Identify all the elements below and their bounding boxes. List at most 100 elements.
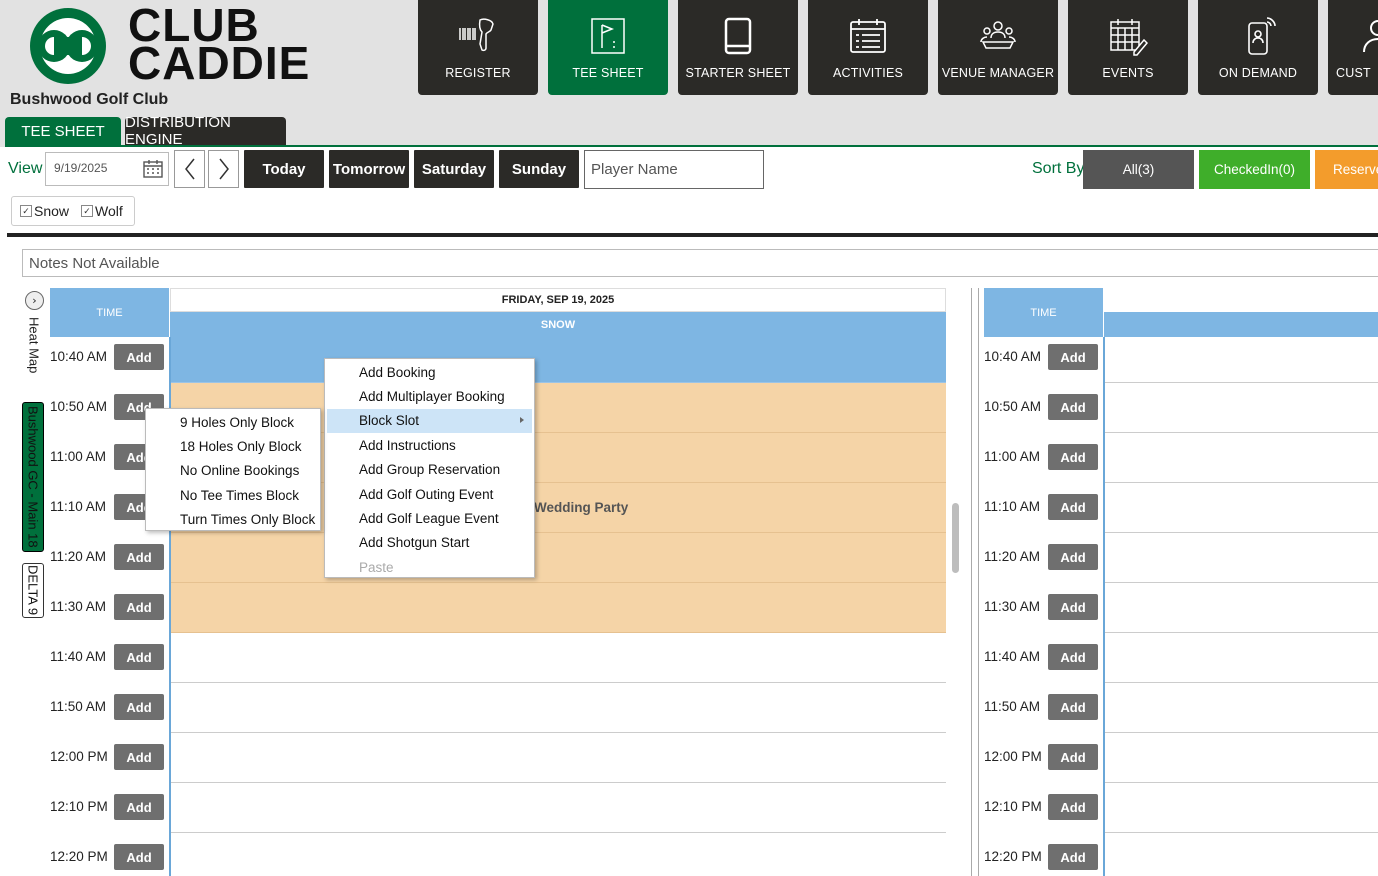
tee-slot[interactable] <box>1105 533 1378 583</box>
toolbar-divider <box>7 233 1378 237</box>
vertical-scrollbar[interactable] <box>952 503 959 573</box>
tee-time: 11:00 AM <box>984 449 1041 464</box>
submenu-item-no-tee-times-block[interactable]: No Tee Times Block <box>146 483 320 507</box>
add-booking-button[interactable]: Add <box>1048 494 1098 520</box>
add-booking-button[interactable]: Add <box>114 594 164 620</box>
nav-starter-sheet[interactable]: STARTER SHEET <box>678 0 798 95</box>
submenu-item-label: 9 Holes Only Block <box>180 414 295 430</box>
nav-customers[interactable]: CUST <box>1328 0 1378 95</box>
panel-splitter[interactable] <box>971 288 979 876</box>
tee-slot[interactable] <box>171 833 946 876</box>
nav-register[interactable]: REGISTER <box>418 0 538 95</box>
tee-time: 11:10 AM <box>50 499 107 514</box>
snow-checkbox[interactable]: ✓ <box>20 205 32 217</box>
tee-slot[interactable] <box>1105 783 1378 833</box>
menu-item-label: Add Shotgun Start <box>359 535 470 551</box>
date-picker[interactable] <box>45 152 169 186</box>
tee-time: 12:10 PM <box>984 799 1042 814</box>
menu-item-block-slot[interactable]: Block Slot <box>327 408 532 434</box>
tee-slot[interactable] <box>1105 583 1378 633</box>
heat-map-label[interactable]: Heat Map <box>25 314 43 376</box>
add-booking-button[interactable]: Add <box>114 644 164 670</box>
tablet-icon <box>724 17 752 55</box>
date-input[interactable] <box>54 161 134 175</box>
next-day-button[interactable] <box>208 150 239 188</box>
add-booking-button[interactable]: Add <box>114 344 164 370</box>
subtab-tee-sheet[interactable]: TEE SHEET <box>5 117 121 145</box>
tee-slot[interactable] <box>1105 683 1378 733</box>
add-booking-button[interactable]: Add <box>1048 844 1098 870</box>
submenu-item-9-holes-only-block[interactable]: 9 Holes Only Block <box>146 410 320 434</box>
tee-slot[interactable] <box>1105 483 1378 533</box>
nav-on-demand[interactable]: ON DEMAND <box>1198 0 1318 95</box>
nav-activities[interactable]: ACTIVITIES <box>808 0 928 95</box>
nav-customers-label: CUST <box>1336 66 1371 80</box>
add-booking-button[interactable]: Add <box>1048 744 1098 770</box>
menu-item-add-multiplayer-booking[interactable]: Add Multiplayer Booking <box>325 384 534 408</box>
add-booking-button[interactable]: Add <box>114 794 164 820</box>
submenu-item-no-online-bookings[interactable]: No Online Bookings <box>146 459 320 483</box>
time-header-left: TIME <box>50 288 169 337</box>
add-booking-button[interactable]: Add <box>114 694 164 720</box>
tee-time: 12:10 PM <box>50 799 108 814</box>
menu-item-add-golf-outing-event[interactable]: Add Golf Outing Event <box>325 482 534 506</box>
menu-item-add-instructions[interactable]: Add Instructions <box>325 433 534 457</box>
menu-item-add-golf-league-event[interactable]: Add Golf League Event <box>325 506 534 530</box>
course-filter-snow[interactable]: ✓ Snow <box>20 203 69 219</box>
submenu-item-18-holes-only-block[interactable]: 18 Holes Only Block <box>146 434 320 458</box>
tee-slot[interactable] <box>1105 383 1378 433</box>
course-filter-wolf[interactable]: ✓ Wolf <box>81 203 123 219</box>
tee-slot[interactable] <box>171 337 946 383</box>
add-booking-button[interactable]: Add <box>114 844 164 870</box>
tee-slot[interactable] <box>171 683 946 733</box>
tee-slot[interactable] <box>171 533 946 583</box>
today-button[interactable]: Today <box>244 150 324 188</box>
player-name-input[interactable] <box>584 150 764 189</box>
menu-item-add-shotgun-start[interactable]: Add Shotgun Start <box>325 531 534 555</box>
add-booking-button[interactable]: Add <box>1048 694 1098 720</box>
subtab-distribution-engine[interactable]: DISTRIBUTION ENGINE <box>125 114 286 148</box>
tee-slot[interactable] <box>171 633 946 683</box>
add-booking-button[interactable]: Add <box>1048 344 1098 370</box>
tomorrow-button[interactable]: Tomorrow <box>329 150 409 188</box>
menu-item-add-group-reservation[interactable]: Add Group Reservation <box>325 458 534 482</box>
submenu-item-turn-times-only-block[interactable]: Turn Times Only Block <box>146 508 320 532</box>
tee-slot[interactable] <box>1105 633 1378 683</box>
calendar-edit-icon <box>1110 19 1148 56</box>
add-booking-button[interactable]: Add <box>1048 394 1098 420</box>
wolf-checkbox[interactable]: ✓ <box>81 205 94 217</box>
sort-all-button[interactable]: All(3) <box>1083 150 1194 189</box>
tee-slot[interactable] <box>1105 733 1378 783</box>
tee-slot[interactable] <box>1105 433 1378 483</box>
heat-map-toggle[interactable]: › <box>25 291 44 310</box>
calendar-icon[interactable] <box>142 159 164 179</box>
notes-bar[interactable]: Notes Not Available <box>22 249 1378 277</box>
add-booking-button[interactable]: Add <box>1048 794 1098 820</box>
tee-slot[interactable] <box>1105 833 1378 876</box>
tee-slot[interactable] <box>171 733 946 783</box>
tee-slot[interactable] <box>1105 337 1378 383</box>
menu-item-add-booking[interactable]: Add Booking <box>325 360 534 384</box>
nav-tee-sheet[interactable]: TEE SHEET <box>548 0 668 95</box>
add-booking-button[interactable]: Add <box>1048 544 1098 570</box>
course-tab-main-18[interactable]: Bushwood GC - Main 18 <box>22 402 44 552</box>
saturday-button[interactable]: Saturday <box>414 150 494 188</box>
course-tab-delta-9[interactable]: DELTA 9 <box>22 563 44 618</box>
add-booking-button[interactable]: Add <box>114 544 164 570</box>
sort-reserved-button[interactable]: Reserve <box>1315 150 1378 189</box>
sunday-button[interactable]: Sunday <box>499 150 579 188</box>
prev-day-button[interactable] <box>174 150 205 188</box>
sort-checked-in-button[interactable]: CheckedIn(0) <box>1199 150 1310 189</box>
course-header-snow: SNOW <box>170 312 946 337</box>
app-header: CLUB CADDIE Bushwood Golf Club REGISTER … <box>0 0 1378 148</box>
add-booking-button[interactable]: Add <box>1048 594 1098 620</box>
person-icon <box>1363 20 1378 53</box>
tee-slot[interactable] <box>171 783 946 833</box>
nav-events[interactable]: EVENTS <box>1068 0 1188 95</box>
add-booking-button[interactable]: Add <box>114 744 164 770</box>
add-booking-button[interactable]: Add <box>1048 644 1098 670</box>
tee-slot[interactable] <box>171 583 946 633</box>
nav-venue-manager[interactable]: VENUE MANAGER <box>938 0 1058 95</box>
add-booking-button[interactable]: Add <box>1048 444 1098 470</box>
mobile-order-icon <box>1248 17 1276 55</box>
